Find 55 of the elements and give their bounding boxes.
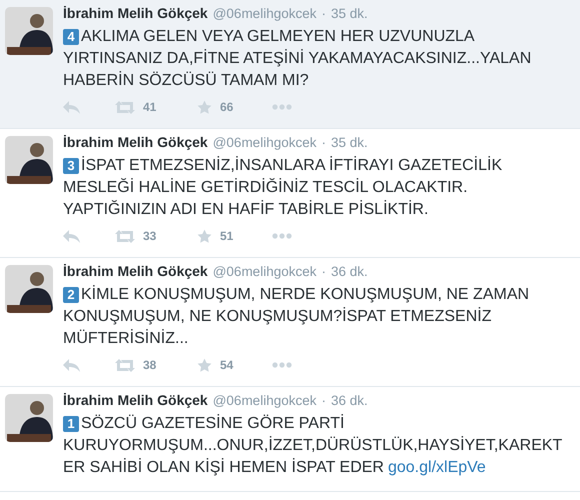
retweet-icon[interactable] xyxy=(115,358,135,372)
favorite-count: 51 xyxy=(220,229,234,243)
dot-separator: · xyxy=(321,393,326,408)
tweet-text: İSPAT ETMEZSENİZ,İNSANLARA İFTİRAYI GAZETECİLİK xyxy=(81,155,502,176)
dot-separator: · xyxy=(321,135,326,150)
dot-separator: · xyxy=(321,6,326,21)
avatar xyxy=(5,136,53,184)
tweet-link[interactable]: goo.gl/xlEpVe xyxy=(388,457,486,479)
retweet-count: 41 xyxy=(143,100,156,114)
tweet-time[interactable]: 35 dk. xyxy=(330,6,368,21)
tweet-time[interactable]: 36 dk. xyxy=(330,264,368,279)
favorite-count: 54 xyxy=(220,358,234,372)
user-handle[interactable]: @06melihgokcek xyxy=(212,264,316,279)
retweet-icon[interactable] xyxy=(115,100,135,114)
tweet-text: MÜFTERİSİNİZ... xyxy=(63,328,188,349)
tweet-text: ER SAHİBİ OLAN KİŞİ HEMEN İSPAT EDER xyxy=(63,457,384,478)
avatar xyxy=(5,265,53,313)
retweet-icon[interactable] xyxy=(115,230,135,242)
reply-icon[interactable] xyxy=(63,100,80,114)
avatar xyxy=(5,394,53,442)
retweet-count: 38 xyxy=(143,358,156,372)
user-name[interactable]: İbrahim Melih Gökçek xyxy=(63,134,208,150)
star-icon[interactable] xyxy=(197,100,212,114)
tweet-text: YAPTIĞINIZIN ADI EN HAFİF TABİRLE PİSLİKTİR. xyxy=(63,199,428,220)
favorite-count: 66 xyxy=(220,100,234,114)
tweet-text: AKLIMA GELEN VEYA GELMEYEN HER UZVUNUZLA xyxy=(81,27,475,47)
reply-icon[interactable] xyxy=(63,358,80,372)
number-badge: 3 xyxy=(63,158,79,174)
dot-separator: · xyxy=(321,264,326,279)
tweet-text: KONUŞMUŞUM, NE KONUŞMUŞUM?İSPAT ETMEZSENİZ xyxy=(63,306,492,327)
tweet-text: HABERİN SÖZCÜSÜ TAMAM MI? xyxy=(63,70,309,91)
user-name[interactable]: İbrahim Melih Gökçek xyxy=(63,392,208,408)
tweet-text: KİMLE KONUŞMUŞUM, NERDE KONUŞMUŞUM, NE ZAMAN xyxy=(81,284,530,305)
user-handle[interactable]: @06melihgokcek xyxy=(212,135,316,150)
star-icon[interactable] xyxy=(197,228,212,244)
number-badge: 4 xyxy=(63,29,79,45)
number-badge: 1 xyxy=(63,416,79,432)
number-badge: 2 xyxy=(63,287,79,303)
tweet-text: MESLEĞİ HALİNE GETİRDİĞİNİZ TESCİL OLACAKTIR. xyxy=(63,177,468,198)
more-icon[interactable] xyxy=(272,362,292,368)
user-name[interactable]: İbrahim Melih Gökçek xyxy=(63,263,208,279)
user-handle[interactable]: @06melihgokcek xyxy=(212,393,316,408)
retweet-count: 33 xyxy=(143,229,156,243)
tweet-time[interactable]: 35 dk. xyxy=(330,135,368,150)
tweet-time[interactable]: 36 dk. xyxy=(330,393,368,408)
tweet-text: KURUYORMUŞUM...ONUR,İZZET,DÜRÜSTLÜK,HAYSİYET,KAREKT xyxy=(63,435,562,456)
more-icon[interactable] xyxy=(272,104,292,110)
user-name[interactable]: İbrahim Melih Gökçek xyxy=(63,5,208,21)
star-icon[interactable] xyxy=(197,358,212,372)
tweet-text: YIRTINSANIZ DA,FİTNE ATEŞİNİ YAKAMAYACAKSINIZ...YALAN xyxy=(63,48,532,69)
user-handle[interactable]: @06melihgokcek xyxy=(212,6,316,21)
reply-icon[interactable] xyxy=(63,230,80,242)
tweet-text: SÖZCÜ GAZETESİNE GÖRE PARTİ xyxy=(81,413,344,434)
avatar xyxy=(5,7,53,55)
more-icon[interactable] xyxy=(272,233,292,239)
